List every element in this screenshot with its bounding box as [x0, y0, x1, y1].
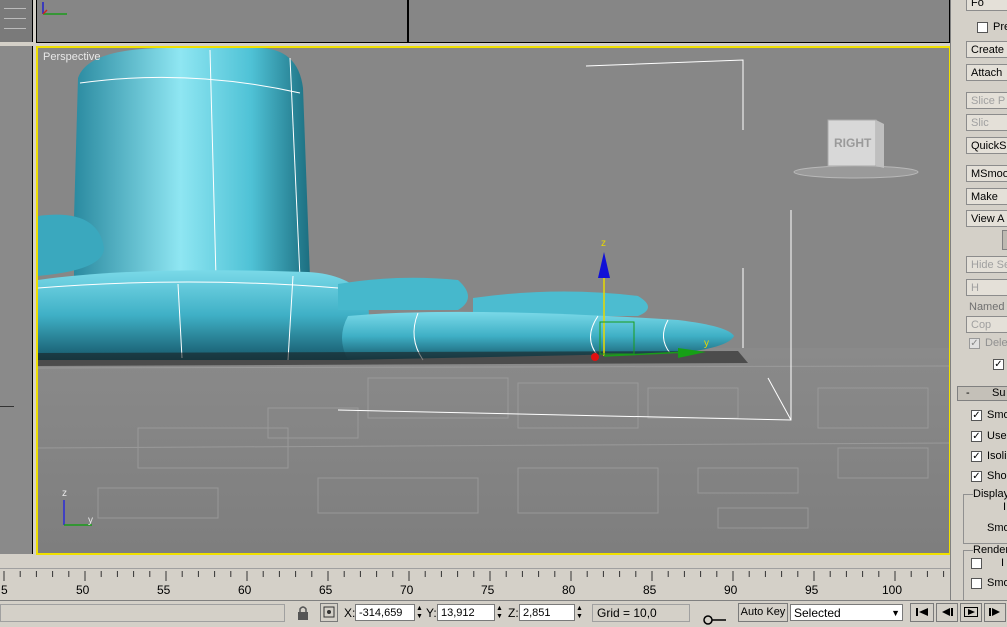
option-label-use: Use	[987, 430, 1007, 442]
viewcube-label[interactable]: RIGHT	[834, 136, 871, 150]
cmd-check-extra[interactable]: ✓	[993, 359, 1004, 370]
cmd-button-fo[interactable]: Fo	[966, 0, 1007, 11]
timeline-label: 50	[76, 583, 90, 597]
auto-key-button[interactable]: Auto Key	[738, 603, 788, 622]
timeline-label: 5	[1, 583, 8, 597]
cmd-button-msmooth[interactable]: MSmoo	[966, 165, 1007, 182]
selection-lock-icon[interactable]	[296, 605, 310, 621]
mesh-cylinder	[74, 48, 310, 278]
go-to-start-button[interactable]	[910, 603, 934, 622]
perspective-viewport[interactable]: Perspective RIGHT z y z y	[36, 46, 951, 555]
viewport-top-left[interactable]	[0, 0, 33, 42]
cmd-button-h[interactable]: H	[966, 279, 1007, 296]
option-label-smooth: Smo	[987, 409, 1007, 421]
option-label-isolines: Isoli	[987, 450, 1007, 462]
coord-y-label: Y:	[426, 606, 437, 620]
set-key-icon[interactable]	[700, 613, 730, 627]
timeline-ruler[interactable]: 5 50 55 60 65 70 75 80 85 90 95 100	[0, 568, 950, 601]
viewport-top[interactable]	[36, 0, 408, 43]
timeline-label: 75	[481, 583, 495, 597]
coord-x-field[interactable]: -314,659	[355, 604, 415, 621]
cmd-button-hide-selected[interactable]: Hide Sel	[966, 256, 1007, 273]
gizmo-axis-y-label: y	[704, 338, 709, 349]
absolute-mode-toggle[interactable]	[320, 603, 338, 622]
cmd-check-pre[interactable]	[977, 22, 988, 33]
cmd-check-pre-label: Pre	[993, 21, 1007, 33]
timeline-label: 90	[724, 583, 738, 597]
option-check-use[interactable]: ✓	[971, 431, 982, 442]
coord-z-field[interactable]: 2,851	[519, 604, 575, 621]
cmd-button-slice[interactable]: Slic	[966, 114, 1007, 131]
rollout-header[interactable]: - Su	[957, 386, 1007, 401]
cmd-check-delete-label: Dele	[985, 337, 1007, 349]
key-filter-select[interactable]: Selected ▼	[790, 604, 903, 621]
viewport-label[interactable]: Perspective	[43, 51, 100, 63]
cmd-button-view-align[interactable]: View A	[966, 210, 1007, 227]
viewport-left[interactable]	[0, 46, 33, 554]
timeline-label: 85	[643, 583, 657, 597]
option-check-smooth[interactable]: ✓	[971, 410, 982, 421]
option-label-show: Sho	[987, 470, 1007, 482]
coord-z-spinner[interactable]: ▲ ▼	[576, 605, 583, 621]
scene-render	[38, 48, 949, 553]
group-display-row1: I	[1003, 501, 1007, 513]
coord-x-label: X:	[344, 606, 356, 620]
coord-y-field[interactable]: 13,912	[437, 604, 495, 621]
cmd-check-delete[interactable]: ✓	[969, 338, 980, 349]
next-frame-icon	[989, 608, 1000, 616]
command-panel: Fo Pre Create Attach Slice P Slic QuickS…	[950, 0, 1007, 602]
corner-axis-z-label: z	[62, 488, 67, 499]
group-display-title: Display	[973, 488, 1007, 500]
transform-mode-icon	[323, 606, 335, 618]
render-check-2[interactable]	[971, 578, 982, 589]
timeline-ticks	[3, 571, 945, 581]
cmd-named-selections-label: Named S	[969, 301, 1007, 313]
viewport-front[interactable]	[408, 0, 950, 43]
timeline-label: 95	[805, 583, 819, 597]
cmd-button-slice-plane[interactable]: Slice P	[966, 92, 1007, 109]
group-display	[963, 494, 1007, 544]
coord-z-label: Z:	[508, 606, 519, 620]
previous-frame-icon	[942, 608, 953, 616]
prompt-line[interactable]	[0, 604, 285, 622]
ground-plane	[38, 348, 949, 553]
coord-x-spinner[interactable]: ▲ ▼	[416, 605, 423, 621]
timeline-label: 70	[400, 583, 414, 597]
viewport-top-axis-icon	[42, 2, 67, 15]
option-check-isolines[interactable]: ✓	[971, 451, 982, 462]
play-icon	[964, 607, 978, 617]
panel-scrollbar[interactable]	[1002, 230, 1007, 250]
chevron-down-icon[interactable]: ▼	[891, 605, 900, 622]
gizmo-axis-z-label: z	[601, 238, 606, 249]
timeline-label: 100	[882, 583, 903, 597]
timeline-label: 55	[157, 583, 171, 597]
previous-frame-button[interactable]	[936, 603, 958, 622]
rollout-title: Su	[992, 387, 1006, 399]
group-render-row2: Smo	[987, 577, 1007, 589]
group-display-row2: Smo	[987, 522, 1007, 534]
status-bar: X: -314,659 ▲ ▼ Y: 13,912 ▲ ▼ Z: 2,851 ▲ ▼ …	[0, 600, 1007, 627]
axis-tripod-icon	[63, 500, 92, 526]
timeline-label: 60	[238, 583, 252, 597]
rollout-toggle: -	[966, 387, 970, 399]
render-check-1[interactable]	[971, 558, 982, 569]
cmd-button-copy[interactable]: Cop	[966, 316, 1007, 333]
cmd-button-attach[interactable]: Attach	[966, 64, 1007, 81]
group-render-row1: I	[1001, 557, 1005, 569]
option-check-show[interactable]: ✓	[971, 471, 982, 482]
play-button[interactable]	[960, 603, 982, 622]
timeline-label: 80	[562, 583, 576, 597]
cmd-button-create[interactable]: Create	[966, 41, 1007, 58]
cmd-button-make[interactable]: Make	[966, 188, 1007, 205]
grid-size-display: Grid = 10,0	[592, 604, 690, 622]
coord-y-spinner[interactable]: ▲ ▼	[496, 605, 503, 621]
mesh-body	[38, 270, 369, 360]
next-frame-button[interactable]	[984, 603, 1006, 622]
group-render-title: Render	[973, 544, 1007, 556]
cmd-button-quickslice[interactable]: QuickS	[966, 137, 1007, 154]
corner-axis-y-label: y	[88, 515, 93, 526]
go-to-start-icon	[916, 608, 928, 616]
key-filter-value: Selected	[794, 606, 841, 620]
timeline-label: 65	[319, 583, 333, 597]
